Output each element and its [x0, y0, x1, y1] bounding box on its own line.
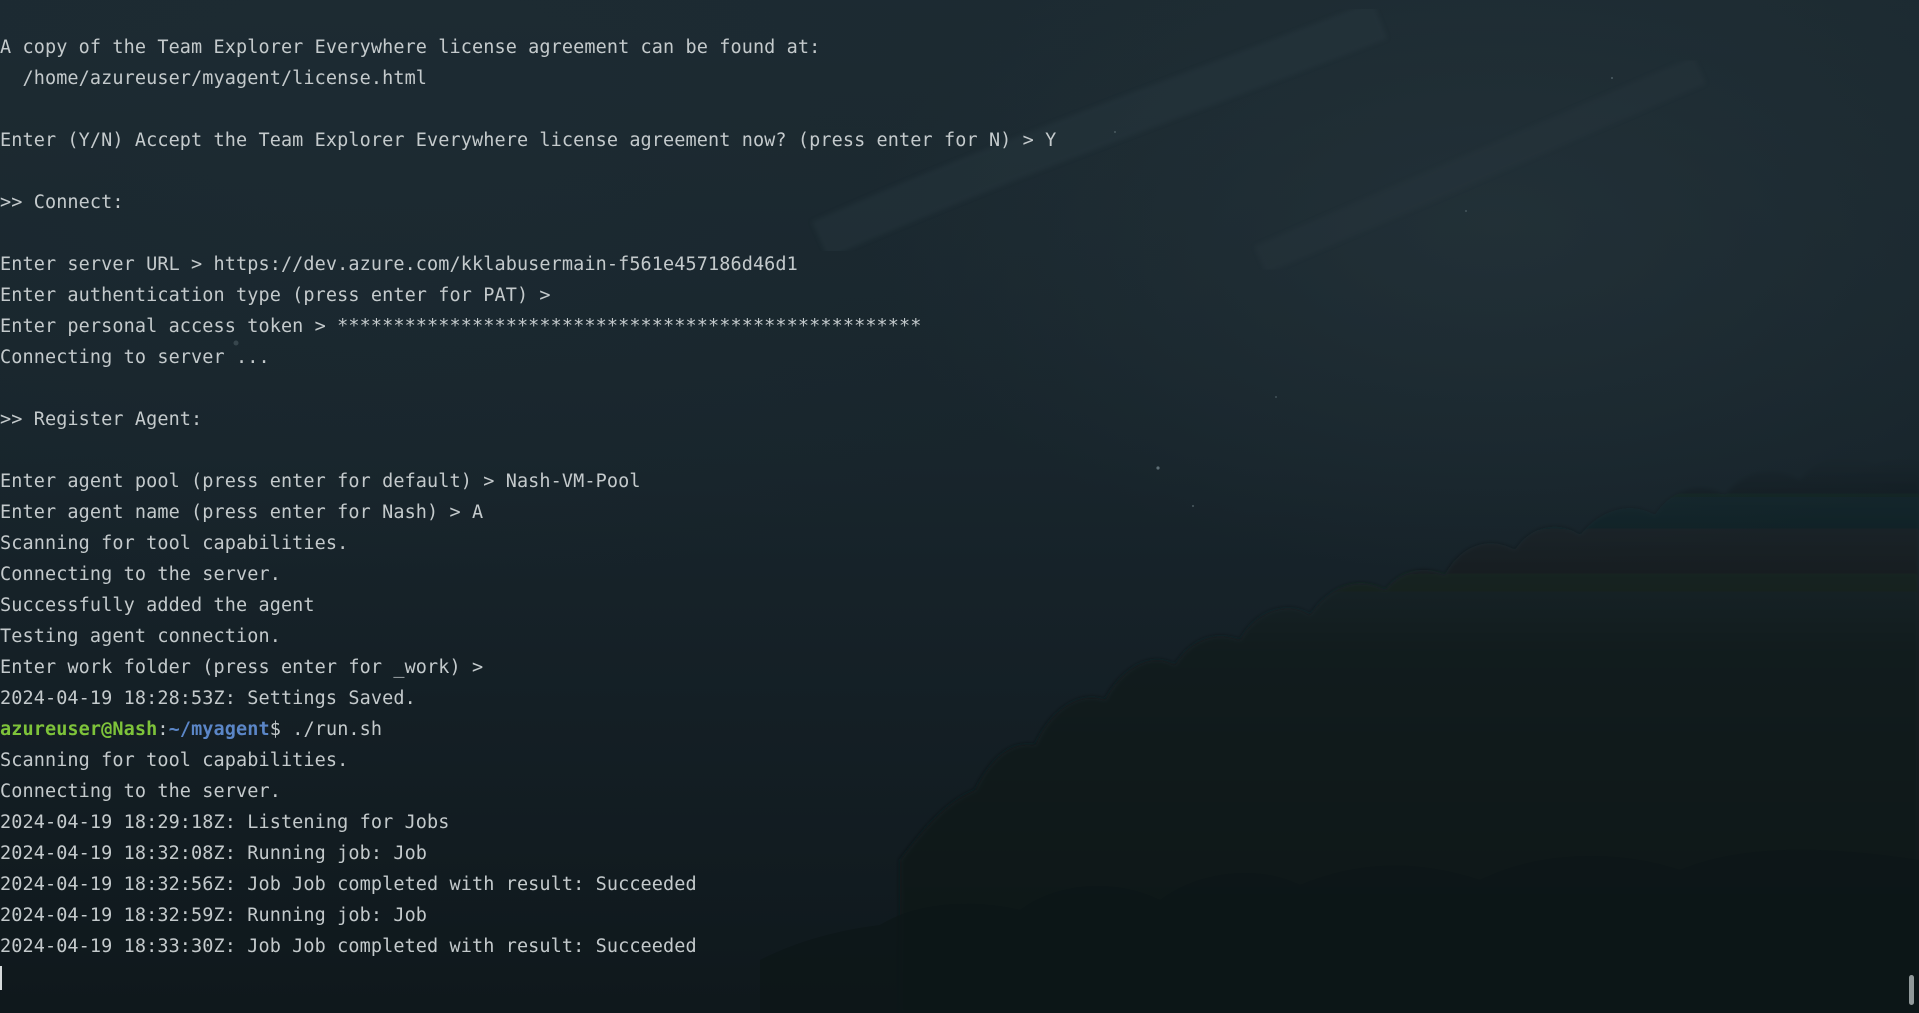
- terminal-line: Successfully added the agent: [0, 595, 315, 616]
- prompt-path: ~/myagent: [168, 719, 270, 740]
- terminal-line: Connecting to the server.: [0, 781, 281, 802]
- scrollbar-thumb[interactable]: [1909, 975, 1914, 1005]
- terminal-line: Enter personal access token > **********…: [0, 316, 922, 337]
- terminal-line: Scanning for tool capabilities.: [0, 533, 349, 554]
- prompt-user: azureuser@Nash: [0, 719, 158, 740]
- terminal-line: A copy of the Team Explorer Everywhere l…: [0, 37, 821, 58]
- terminal-line: >> Register Agent:: [0, 409, 203, 430]
- terminal-line: Enter authentication type (press enter f…: [0, 285, 551, 306]
- text-cursor: [0, 966, 2, 990]
- terminal-scrollbar[interactable]: [1903, 0, 1919, 1013]
- terminal-line: Scanning for tool capabilities.: [0, 750, 349, 771]
- terminal-window[interactable]: A copy of the Team Explorer Everywhere l…: [0, 0, 1919, 1013]
- terminal-line: Enter server URL > https://dev.azure.com…: [0, 254, 798, 275]
- terminal-line: Connecting to the server.: [0, 564, 281, 585]
- terminal-line: 2024-04-19 18:32:56Z: Job Job completed …: [0, 874, 697, 895]
- terminal-line: /home/azureuser/myagent/license.html: [0, 68, 428, 89]
- terminal-line: 2024-04-19 18:32:08Z: Running job: Job: [0, 843, 428, 864]
- terminal-line: Enter agent pool (press enter for defaul…: [0, 471, 641, 492]
- terminal-line: Enter (Y/N) Accept the Team Explorer Eve…: [0, 130, 1057, 151]
- terminal-line: Enter agent name (press enter for Nash) …: [0, 502, 484, 523]
- shell-prompt-line: azureuser@Nash:~/myagent$ ./run.sh: [0, 714, 1056, 745]
- terminal-output: A copy of the Team Explorer Everywhere l…: [0, 32, 1056, 993]
- prompt-command: ./run.sh: [281, 719, 383, 740]
- terminal-line: 2024-04-19 18:29:18Z: Listening for Jobs: [0, 812, 450, 833]
- terminal-line: Connecting to server ...: [0, 347, 270, 368]
- terminal-line: Enter work folder (press enter for _work…: [0, 657, 484, 678]
- prompt-separator: :: [157, 719, 169, 740]
- prompt-symbol: $: [269, 719, 281, 740]
- terminal-line: 2024-04-19 18:28:53Z: Settings Saved.: [0, 688, 416, 709]
- terminal-line: 2024-04-19 18:32:59Z: Running job: Job: [0, 905, 428, 926]
- terminal-line: Testing agent connection.: [0, 626, 281, 647]
- terminal-input-line[interactable]: [0, 962, 1056, 993]
- terminal-line: >> Connect:: [0, 192, 124, 213]
- terminal-line: 2024-04-19 18:33:30Z: Job Job completed …: [0, 936, 697, 957]
